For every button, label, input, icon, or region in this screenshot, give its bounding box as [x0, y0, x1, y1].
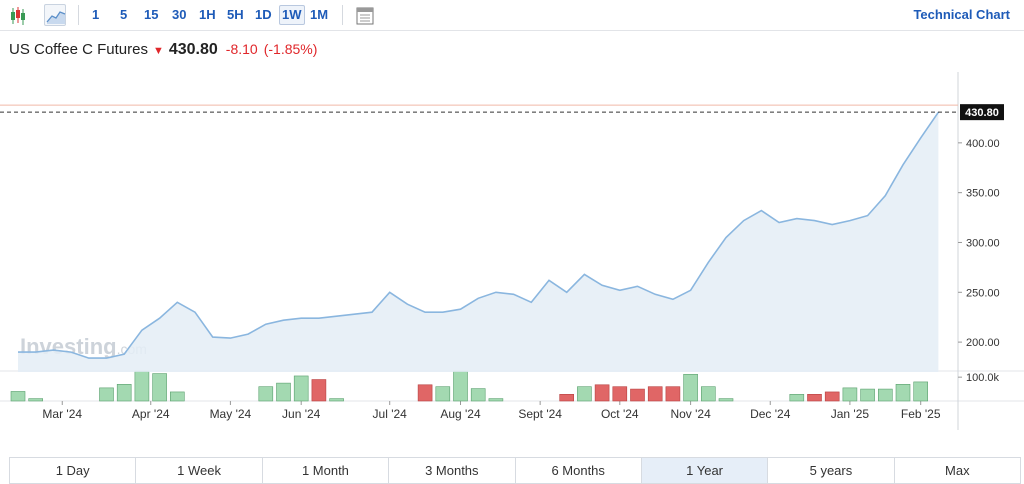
volume-bar: [630, 388, 645, 402]
x-tick-label: Feb '25: [901, 407, 941, 421]
range-1-week[interactable]: 1 Week: [136, 458, 263, 483]
range-1-month[interactable]: 1 Month: [263, 458, 390, 483]
last-price-badge-label: 430.80: [965, 107, 999, 119]
volume-bar: [470, 388, 486, 402]
interval-1d[interactable]: 1D: [253, 5, 274, 25]
volume-bar: [807, 394, 822, 402]
y-tick-label: 300.00: [966, 237, 1000, 249]
down-arrow-icon: ▼: [152, 45, 164, 57]
technical-chart-link[interactable]: Technical Chart: [913, 7, 1010, 22]
volume-bar: [789, 394, 805, 402]
last-price: 430.80: [168, 41, 218, 58]
price-chart[interactable]: 200.00 250.00 300.00 350.00 400.00 Mar '24 Apr…: [0, 72, 1024, 430]
toolbar-divider: [78, 5, 79, 25]
x-tick-label: Dec '24: [750, 407, 791, 421]
volume-bar: [577, 386, 592, 402]
instrument-header: US Coffee C Futures ▼ 430.80 -8.10 (-1.8…: [9, 41, 317, 61]
x-tick-label: Mar '24: [42, 407, 82, 421]
volume-bar: [594, 384, 610, 402]
volume-bar: [683, 373, 698, 402]
volume-bar: [10, 391, 26, 402]
candlestick-icon[interactable]: [6, 4, 28, 26]
volume-bar: [453, 370, 468, 402]
x-tick-label: Jun '24: [282, 407, 321, 421]
x-tick-label: Sept '24: [518, 407, 562, 421]
volume-bar: [134, 370, 150, 402]
volume-bar: [435, 386, 451, 402]
volume-bar: [170, 391, 185, 402]
y-tick-label: 350.00: [966, 188, 1000, 200]
volume-bar: [488, 398, 504, 402]
volume-bar: [152, 373, 167, 402]
volume-bar: [293, 375, 309, 402]
volume-bar: [116, 384, 132, 402]
volume-bar: [913, 381, 929, 402]
y-tick-label: 400.00: [966, 138, 1000, 150]
volume-bar: [417, 384, 433, 402]
price-area-fill: [18, 112, 939, 372]
volume-bar: [824, 391, 840, 402]
price-change-percent: (-1.85%): [263, 41, 318, 57]
interval-1[interactable]: 1: [90, 5, 101, 25]
volume-bar: [612, 386, 628, 402]
interval-5[interactable]: 5: [118, 5, 129, 25]
y-tick-label: 200.00: [966, 337, 1000, 349]
volume-bar: [877, 388, 893, 402]
volume-bar: [258, 386, 274, 402]
range-6-months[interactable]: 6 Months: [516, 458, 642, 483]
interval-1h[interactable]: 1H: [197, 5, 218, 25]
volume-tick-label: 100.0k: [966, 372, 1000, 384]
range-3-months[interactable]: 3 Months: [389, 458, 516, 483]
interval-30[interactable]: 30: [170, 5, 188, 25]
range-1-year[interactable]: 1 Year: [641, 458, 769, 483]
toolbar-divider: [342, 5, 343, 25]
area-chart-icon[interactable]: [44, 4, 66, 26]
interval-5h[interactable]: 5H: [225, 5, 246, 25]
volume-bar: [842, 387, 858, 402]
volume-bar: [28, 398, 44, 402]
range-1-day[interactable]: 1 Day: [10, 458, 137, 483]
volume-bar: [276, 382, 291, 402]
volume-bar: [895, 384, 911, 402]
x-tick-label: Jan '25: [831, 407, 870, 421]
x-tick-label: Apr '24: [132, 407, 170, 421]
volume-bar: [665, 386, 681, 402]
y-tick-label: 250.00: [966, 287, 1000, 299]
interval-15[interactable]: 15: [142, 5, 160, 25]
volume-bar: [647, 386, 663, 402]
range-selector: 1 Day 1 Week 1 Month 3 Months 6 Months 1…: [9, 457, 1021, 484]
range-max[interactable]: Max: [895, 458, 1020, 483]
volume-bar: [559, 394, 575, 402]
price-change: -8.10: [225, 41, 258, 57]
x-tick-label: May '24: [210, 407, 252, 421]
volume-bar: [99, 387, 114, 402]
x-tick-label: Aug '24: [440, 407, 481, 421]
x-tick-label: Jul '24: [373, 407, 408, 421]
volume-bar: [329, 398, 344, 402]
interval-1w[interactable]: 1W: [279, 5, 305, 25]
volume-bar: [860, 388, 875, 402]
chart-toolbar: 1 5 15 30 1H 5H 1D 1W 1M Technical Chart: [0, 0, 1024, 31]
interval-1m[interactable]: 1M: [308, 5, 330, 25]
x-tick-label: Nov '24: [670, 407, 711, 421]
volume-bar: [311, 379, 327, 402]
range-5-years[interactable]: 5 years: [768, 458, 895, 483]
x-tick-label: Oct '24: [601, 407, 639, 421]
table-icon[interactable]: [353, 4, 375, 26]
volume-bar: [718, 398, 734, 402]
volume-bar: [700, 386, 716, 402]
instrument-name: US Coffee C Futures: [9, 41, 148, 58]
